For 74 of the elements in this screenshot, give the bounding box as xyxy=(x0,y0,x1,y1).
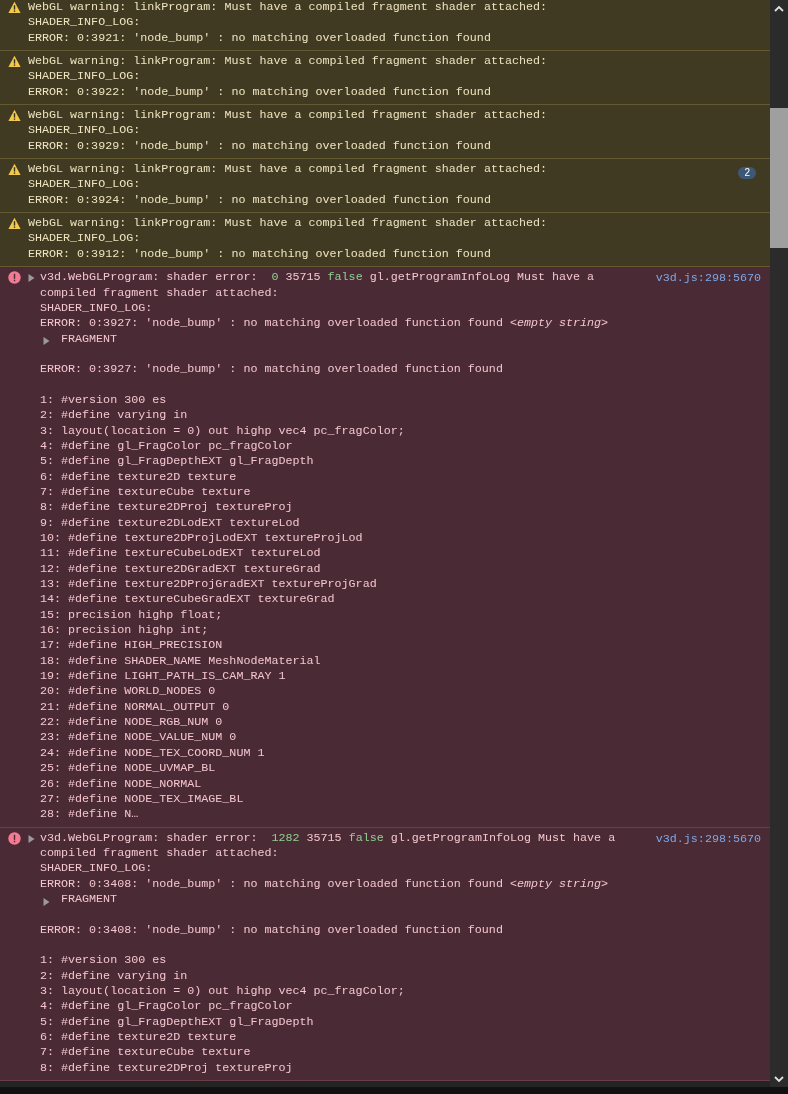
code-line: 12: #define texture2DGradEXT textureGrad xyxy=(40,561,321,578)
log-line: WebGL warning: linkProgram: Must have a compiled fragment shader attached: xyxy=(28,216,547,232)
warning-icon xyxy=(8,55,21,69)
log-line: ERROR: 0:3921: 'node_bump' : no matching overloaded function found xyxy=(28,30,491,47)
scrollbar-track[interactable] xyxy=(770,0,788,1087)
code-line: 15: precision highp float; xyxy=(40,607,223,624)
code-line: 1: #version 300 es xyxy=(40,392,167,409)
code-line: 4: #define gl_FragColor pc_fragColor xyxy=(40,438,293,455)
source-link[interactable]: v3d.js:298:5670 xyxy=(655,831,761,847)
log-line: SHADER_INFO_LOG: xyxy=(28,123,141,139)
code-line: 2: #define varying in xyxy=(40,408,188,424)
log-line: ERROR: 0:3922: 'node_bump' : no matching overloaded function found xyxy=(28,84,491,101)
code-line: 7: #define textureCube texture xyxy=(40,1045,251,1061)
caret-icon[interactable] xyxy=(28,834,35,843)
code-line: 27: #define NODE_TEX_IMAGE_BL xyxy=(40,791,244,808)
log-line: ERROR: 0:3912: 'node_bump' : no matching overloaded function found xyxy=(28,246,491,263)
scroll-up-icon[interactable] xyxy=(774,5,784,12)
error-icon xyxy=(8,831,21,845)
caret-icon[interactable] xyxy=(43,337,50,346)
code-line: 24: #define NODE_TEX_COORD_NUM 1 xyxy=(40,745,265,762)
code-line: 26: #define NODE_NORMAL xyxy=(40,776,202,792)
log-message: v3d.WebGLProgram: shader error: 1282 35715 false gl.getProgramInfoLog Must have a compiled fragment shader attached: SHADER_INFO_LOG: ERROR: 0:3408: 'node_bump' : no matching overloaded function found <empty string> xyxy=(40,830,617,892)
error-icon xyxy=(8,271,21,285)
code-line: 4: #define gl_FragColor pc_fragColor xyxy=(40,999,293,1015)
code-line: 5: #define gl_FragDepthEXT gl_FragDepth xyxy=(40,1014,314,1030)
scrollbar-thumb[interactable] xyxy=(770,108,788,248)
warning-icon xyxy=(8,109,21,123)
code-line: 5: #define gl_FragDepthEXT gl_FragDepth xyxy=(40,454,314,470)
log-line: WebGL warning: linkProgram: Must have a compiled fragment shader attached: xyxy=(28,54,547,70)
code-line: 1: #version 300 es xyxy=(40,953,167,969)
code-line: 22: #define NODE_RGB_NUM 0 xyxy=(40,715,223,731)
code-line: 19: #define LIGHT_PATH_IS_CAM_RAY 1 xyxy=(40,669,286,685)
code-line: 11: #define textureCubeLodEXT textureLod xyxy=(40,546,321,562)
log-line: SHADER_INFO_LOG: xyxy=(28,15,141,31)
log-line: SHADER_INFO_LOG: xyxy=(28,231,141,247)
scroll-down-icon[interactable] xyxy=(774,1076,784,1083)
code-line: 6: #define texture2D texture xyxy=(40,469,237,485)
code-line: 10: #define texture2DProjLodEXT textureProjLod xyxy=(40,531,363,547)
code-line: 3: layout(location = 0) out highp vec4 pc_fragColor; xyxy=(40,423,405,439)
repeat-count-badge: 2 xyxy=(738,167,756,180)
code-line: 7: #define textureCube texture xyxy=(40,484,251,501)
log-message: v3d.WebGLProgram: shader error: 0 35715 false gl.getProgramInfoLog Must have a compiled fragment shader attached: SHADER_INFO_LOG: ERROR: 0:3927: 'node_bump' : no matching overloaded function found <empty string> xyxy=(40,270,610,332)
code-line: 28: #define N… xyxy=(40,807,139,823)
code-line: 14: #define textureCubeGradEXT textureGrad xyxy=(40,592,335,608)
code-line: 20: #define WORLD_NODES 0 xyxy=(40,684,216,700)
log-line: WebGL warning: linkProgram: Must have a compiled fragment shader attached: xyxy=(28,0,547,16)
code-line: 13: #define texture2DProjGradEXT textureProjGrad xyxy=(40,577,377,593)
log-line: ERROR: 0:3408: 'node_bump' : no matching overloaded function found xyxy=(40,922,503,938)
code-line: 8: #define texture2DProj textureProj xyxy=(40,500,293,516)
log-line: WebGL warning: linkProgram: Must have a compiled fragment shader attached: xyxy=(28,108,547,124)
code-line: 17: #define HIGH_PRECISION xyxy=(40,638,223,654)
warning-icon xyxy=(8,163,21,177)
log-line: SHADER_INFO_LOG: xyxy=(28,177,141,193)
fragment-toggle[interactable]: FRAGMENT xyxy=(61,331,118,347)
log-line: SHADER_INFO_LOG: xyxy=(28,69,141,85)
caret-icon[interactable] xyxy=(43,897,50,906)
caret-icon[interactable] xyxy=(28,274,35,283)
code-line: 25: #define NODE_UVMAP_BL xyxy=(40,761,216,777)
source-link[interactable]: v3d.js:298:5670 xyxy=(655,271,761,287)
code-line: 6: #define texture2D texture xyxy=(40,1030,237,1046)
warning-icon xyxy=(8,217,21,231)
code-line: 8: #define texture2DProj textureProj xyxy=(40,1060,293,1077)
code-line: 9: #define texture2DLodEXT textureLod xyxy=(40,515,300,531)
log-line: ERROR: 0:3927: 'node_bump' : no matching overloaded function found xyxy=(40,362,503,378)
code-line: 21: #define NORMAL_OUTPUT 0 xyxy=(40,699,230,716)
log-line: ERROR: 0:3924: 'node_bump' : no matching overloaded function found xyxy=(28,192,491,209)
log-line: ERROR: 0:3929: 'node_bump' : no matching overloaded function found xyxy=(28,138,491,155)
code-line: 2: #define varying in xyxy=(40,968,188,984)
code-line: 3: layout(location = 0) out highp vec4 pc_fragColor; xyxy=(40,983,405,1000)
log-line: WebGL warning: linkProgram: Must have a compiled fragment shader attached: xyxy=(28,162,547,178)
fragment-toggle[interactable]: FRAGMENT xyxy=(61,891,118,908)
code-line: 16: precision highp int; xyxy=(40,623,209,639)
code-line: 18: #define SHADER_NAME MeshNodeMaterial xyxy=(40,653,321,670)
code-line: 23: #define NODE_VALUE_NUM 0 xyxy=(40,730,237,746)
